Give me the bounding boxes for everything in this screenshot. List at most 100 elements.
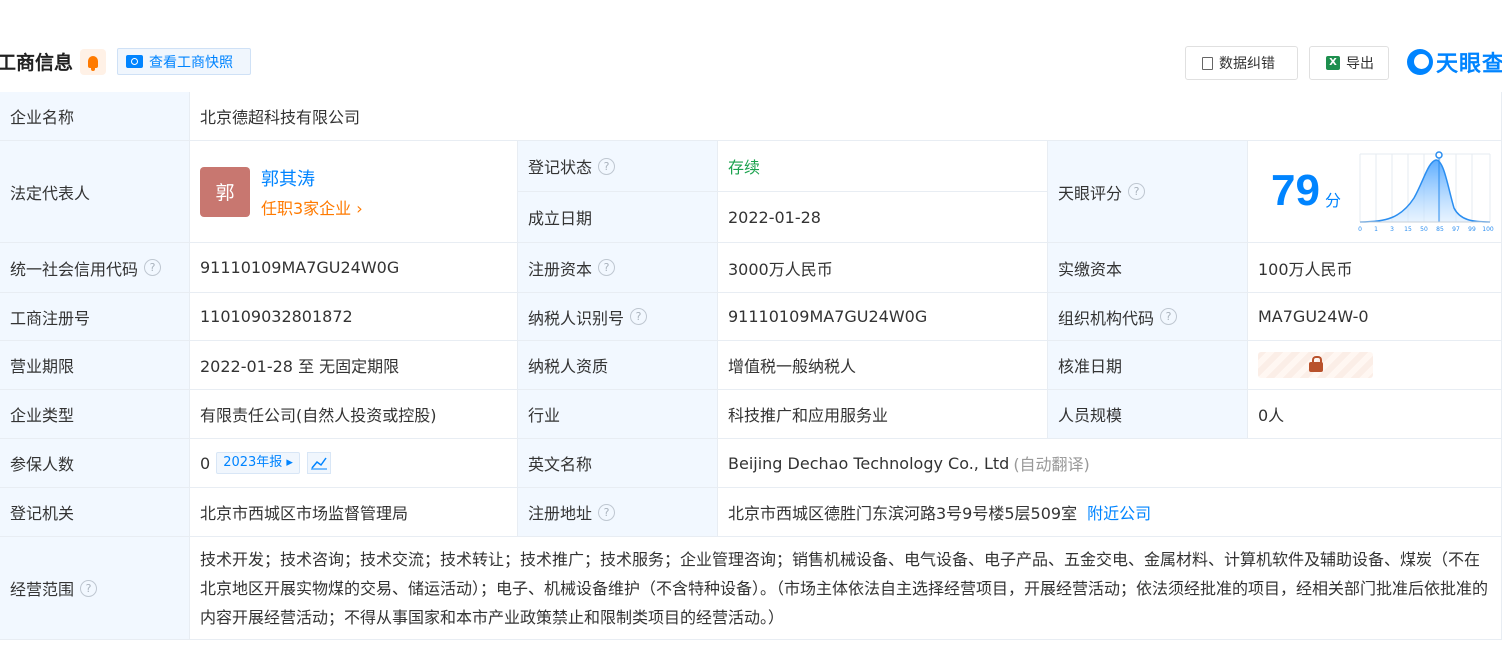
label-staff-size: 人员规模 bbox=[1048, 390, 1248, 439]
label-credit-code: 统一社会信用代码? bbox=[0, 243, 190, 293]
value-industry: 科技推广和应用服务业 bbox=[718, 390, 1048, 439]
label-score-text: 天眼评分 bbox=[1058, 183, 1123, 203]
axis-tick: 0 bbox=[1358, 226, 1362, 233]
tianyancha-logo: 天眼查 bbox=[1407, 47, 1502, 77]
value-reg-capital: 3000万人民币 bbox=[718, 243, 1048, 293]
axis-tick: 85 bbox=[1436, 226, 1444, 233]
label-score: 天眼评分? bbox=[1048, 141, 1248, 243]
label-industry: 行业 bbox=[518, 390, 718, 439]
document-edit-icon bbox=[1202, 56, 1213, 70]
label-reg-status-text: 登记状态 bbox=[528, 158, 593, 177]
avatar[interactable]: 郭 bbox=[200, 166, 250, 217]
axis-tick: 3 bbox=[1390, 226, 1394, 233]
label-english-name: 英文名称 bbox=[518, 439, 718, 488]
excel-icon: X bbox=[1326, 56, 1340, 70]
label-approve-date: 核准日期 bbox=[1048, 341, 1248, 390]
lock-icon bbox=[1308, 356, 1323, 372]
value-company-name: 北京德超科技有限公司 bbox=[190, 92, 1502, 141]
value-found-date: 2022-01-28 bbox=[718, 192, 1048, 243]
label-credit-code-text: 统一社会信用代码 bbox=[10, 259, 139, 279]
label-company-type: 企业类型 bbox=[0, 390, 190, 439]
annual-report-tag[interactable]: 2023年报 ▸ bbox=[216, 452, 300, 474]
value-company-type: 有限责任公司(自然人投资或控股) bbox=[190, 390, 518, 439]
view-snapshot-button[interactable]: 查看工商快照 bbox=[117, 48, 251, 75]
legal-rep-name-link[interactable]: 郭其涛 bbox=[261, 165, 363, 191]
score-unit: 分 bbox=[1325, 191, 1342, 210]
value-address: 北京市西城区德胜门东滨河路3号9号楼5层509室 附近公司 bbox=[718, 488, 1502, 537]
logo-text: 天眼查 bbox=[1436, 52, 1502, 77]
english-name-text: Beijing Dechao Technology Co., Ltd bbox=[728, 453, 1010, 473]
score-value: 79 bbox=[1271, 166, 1320, 215]
legal-rep-jobs-label: 任职3家企业 bbox=[261, 198, 352, 218]
legal-rep-card: 郭 郭其涛 任职3家企业 › bbox=[190, 141, 518, 243]
label-tax-id-text: 纳税人识别号 bbox=[528, 308, 625, 328]
export-button[interactable]: X 导出 bbox=[1309, 46, 1389, 80]
value-org-code: MA7GU24W-0 bbox=[1248, 293, 1502, 341]
view-snapshot-label: 查看工商快照 bbox=[149, 54, 233, 71]
value-credit-code: 91110109MA7GU24W0G bbox=[190, 243, 518, 293]
label-company-name: 企业名称 bbox=[0, 92, 190, 141]
axis-tick: 97 bbox=[1452, 226, 1460, 233]
axis-tick: 100 bbox=[1482, 226, 1494, 233]
help-icon[interactable]: ? bbox=[144, 259, 162, 276]
label-tax-quality: 纳税人资质 bbox=[518, 341, 718, 390]
help-icon[interactable]: ? bbox=[1128, 183, 1146, 200]
value-term: 2022-01-28 至 无固定期限 bbox=[190, 341, 518, 390]
data-correction-label: 数据纠错 bbox=[1219, 56, 1275, 72]
data-correction-button[interactable]: 数据纠错 bbox=[1185, 46, 1298, 80]
insured-count: 0 bbox=[200, 453, 211, 473]
label-org-code-text: 组织机构代码 bbox=[1058, 308, 1155, 328]
legal-rep-jobs-link[interactable]: 任职3家企业 › bbox=[261, 195, 363, 219]
label-scope-text: 经营范围 bbox=[10, 580, 75, 599]
trend-chart-icon[interactable] bbox=[306, 452, 331, 474]
help-icon[interactable]: ? bbox=[598, 157, 616, 175]
value-scope: 技术开发；技术咨询；技术交流；技术转让；技术推广；技术服务；企业管理咨询；销售机… bbox=[190, 537, 1502, 640]
value-insured: 0 2023年报 ▸ bbox=[190, 439, 518, 488]
value-reg-no: 110109032801872 bbox=[190, 293, 518, 341]
label-scope: 经营范围? bbox=[0, 537, 190, 640]
label-insured: 参保人数 bbox=[0, 439, 190, 488]
nearby-companies-link[interactable]: 附近公司 bbox=[1087, 500, 1151, 524]
label-found-date: 成立日期 bbox=[518, 192, 718, 243]
label-address: 注册地址? bbox=[518, 488, 718, 537]
help-icon[interactable]: ? bbox=[598, 259, 616, 276]
help-icon[interactable]: ? bbox=[598, 503, 616, 521]
export-label: 导出 bbox=[1346, 56, 1374, 72]
chevron-right-icon: › bbox=[356, 198, 363, 218]
value-english-name: Beijing Dechao Technology Co., Ltd (自动翻译… bbox=[718, 439, 1502, 488]
value-reg-status: 存续 bbox=[718, 141, 1048, 192]
axis-tick: 15 bbox=[1404, 226, 1412, 233]
locked-value-button[interactable] bbox=[1258, 352, 1373, 378]
label-org-code: 组织机构代码? bbox=[1048, 293, 1248, 341]
caret-right-icon: ▸ bbox=[286, 455, 293, 470]
label-paid-capital: 实缴资本 bbox=[1048, 243, 1248, 293]
help-icon[interactable]: ? bbox=[1160, 308, 1178, 325]
section-title: 工商信息 bbox=[0, 52, 74, 74]
annual-report-label: 2023年报 bbox=[223, 455, 283, 470]
bell-icon[interactable] bbox=[80, 49, 106, 75]
value-staff-size: 0人 bbox=[1248, 390, 1502, 439]
axis-tick: 50 bbox=[1420, 226, 1428, 233]
value-authority: 北京市西城区市场监督管理局 bbox=[190, 488, 518, 537]
value-tax-id: 91110109MA7GU24W0G bbox=[718, 293, 1048, 341]
value-paid-capital: 100万人民币 bbox=[1248, 243, 1502, 293]
section-header: 工商信息 查看工商快照 数据纠错 X 导出 天眼查 bbox=[0, 44, 1502, 80]
help-icon[interactable]: ? bbox=[630, 308, 648, 325]
label-authority: 登记机关 bbox=[0, 488, 190, 537]
axis-tick: 1 bbox=[1374, 226, 1378, 233]
value-approve-date bbox=[1248, 341, 1502, 390]
axis-tick: 99 bbox=[1468, 226, 1476, 233]
logo-icon bbox=[1407, 49, 1433, 75]
label-legal-rep: 法定代表人 bbox=[0, 141, 190, 243]
address-text: 北京市西城区德胜门东滨河路3号9号楼5层509室 bbox=[728, 504, 1078, 523]
label-reg-capital-text: 注册资本 bbox=[528, 259, 593, 279]
label-reg-status: 登记状态? bbox=[518, 141, 718, 192]
value-tax-quality: 增值税一般纳税人 bbox=[718, 341, 1048, 390]
camera-icon bbox=[126, 55, 143, 68]
label-address-text: 注册地址 bbox=[528, 504, 593, 523]
label-reg-no: 工商注册号 bbox=[0, 293, 190, 341]
score-distribution-chart: 0 1 3 15 50 85 97 99 100 bbox=[1358, 151, 1494, 233]
help-icon[interactable]: ? bbox=[80, 579, 98, 597]
label-tax-id: 纳税人识别号? bbox=[518, 293, 718, 341]
label-term: 营业期限 bbox=[0, 341, 190, 390]
